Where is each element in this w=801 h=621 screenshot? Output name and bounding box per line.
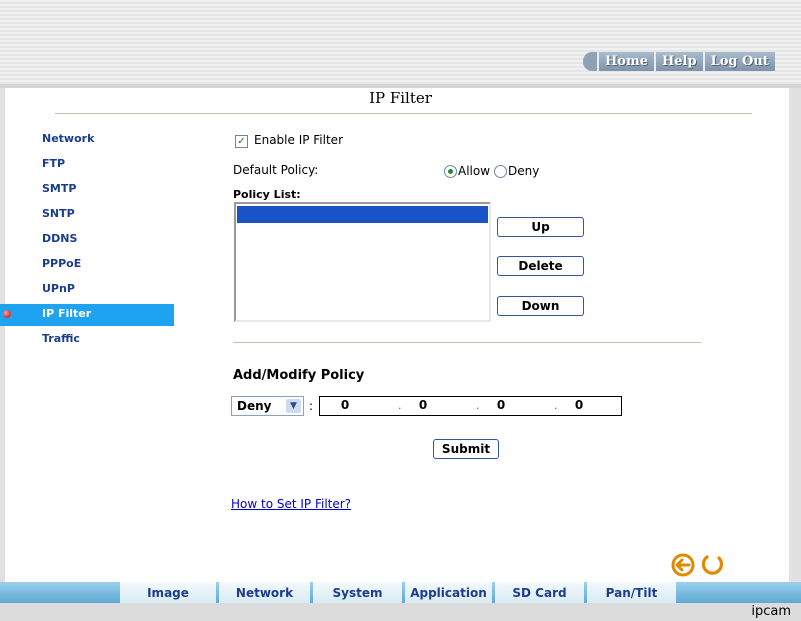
home-button[interactable]: Home: [597, 52, 654, 71]
section-divider: [233, 342, 701, 343]
delete-button[interactable]: Delete: [497, 256, 584, 276]
policy-list-label: Policy List:: [233, 188, 301, 201]
tab-image[interactable]: Image: [120, 582, 216, 603]
divider: [55, 113, 752, 114]
ip-octet-2[interactable]: 0: [408, 398, 438, 412]
sidebar-menu: Network FTP SMTP SNTP DDNS PPPoE UPnP IP…: [0, 129, 174, 354]
tab-pan-tilt[interactable]: Pan/Tilt: [587, 582, 676, 603]
ip-address-field[interactable]: 0 . 0 . 0 . 0: [319, 396, 622, 416]
bottom-tab-bar: Image Network System Application SD Card…: [120, 582, 676, 603]
ip-octet-1[interactable]: 0: [330, 398, 360, 412]
tab-system[interactable]: System: [313, 582, 402, 603]
tab-network[interactable]: Network: [219, 582, 310, 603]
deny-label: Deny: [508, 164, 540, 178]
help-link[interactable]: How to Set IP Filter?: [231, 497, 351, 511]
ip-octet-4[interactable]: 0: [564, 398, 594, 412]
tab-sd-card[interactable]: SD Card: [495, 582, 584, 603]
top-nav: Home Help Log Out: [583, 52, 775, 71]
submit-button[interactable]: Submit: [433, 439, 499, 459]
footer-brand: ipcam: [751, 604, 791, 619]
up-button[interactable]: Up: [497, 217, 584, 237]
down-button[interactable]: Down: [497, 296, 584, 316]
sidebar-item-ftp[interactable]: FTP: [26, 154, 174, 176]
tab-application[interactable]: Application: [405, 582, 492, 603]
deny-radio[interactable]: [494, 165, 507, 178]
enable-ip-filter-checkbox[interactable]: ✓: [235, 135, 248, 148]
help-button[interactable]: Help: [653, 52, 703, 71]
page-title: IP Filter: [369, 89, 432, 107]
sidebar-item-ddns[interactable]: DDNS: [26, 229, 174, 251]
policy-list[interactable]: [234, 202, 491, 322]
ip-octet-3[interactable]: 0: [486, 398, 516, 412]
sidebar-item-pppoe[interactable]: PPPoE: [26, 254, 174, 276]
sidebar-item-upnp[interactable]: UPnP: [26, 279, 174, 301]
sidebar-item-traffic[interactable]: Traffic: [26, 329, 174, 351]
sidebar-item-ip-filter[interactable]: IP Filter: [0, 304, 174, 326]
chevron-down-icon: ▼: [286, 399, 301, 413]
add-modify-heading: Add/Modify Policy: [233, 368, 365, 383]
enable-ip-filter-label: Enable IP Filter: [254, 133, 343, 147]
header-band: [0, 0, 801, 88]
policy-action-select[interactable]: Deny ▼: [231, 396, 304, 416]
allow-radio[interactable]: [444, 165, 457, 178]
nav-icons: [671, 553, 724, 577]
logout-button[interactable]: Log Out: [702, 52, 775, 71]
sidebar-item-network[interactable]: Network: [26, 129, 174, 151]
default-policy-label: Default Policy:: [233, 163, 319, 177]
active-bullet-icon: [3, 310, 11, 318]
allow-label: Allow: [458, 164, 491, 178]
sidebar-item-smtp[interactable]: SMTP: [26, 179, 174, 201]
back-arrow-icon[interactable]: [671, 553, 695, 577]
sidebar-item-sntp[interactable]: SNTP: [26, 204, 174, 226]
refresh-icon[interactable]: [701, 555, 724, 575]
selected-row[interactable]: [237, 206, 488, 223]
